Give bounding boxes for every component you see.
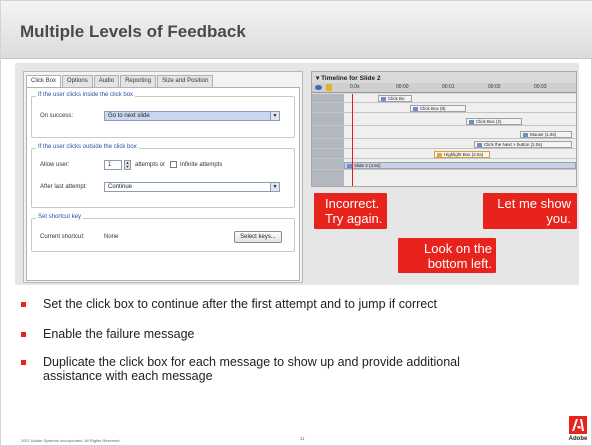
- after-last-attempt-value: Continue: [108, 184, 133, 190]
- click-box-properties-dialog: Click Box Options Audio Reporting Size a…: [23, 71, 303, 283]
- bullet-marker: [21, 302, 26, 307]
- timeline-item[interactable]: Click the Next > button (2.0s): [474, 141, 572, 148]
- shortcut-group-title: Set shortcut key: [36, 214, 84, 220]
- eye-icon[interactable]: [315, 85, 322, 90]
- attempts-label: attempts or: [135, 162, 166, 168]
- timeline-item[interactable]: Click Box (8): [410, 105, 466, 112]
- infinite-attempts-checkbox[interactable]: [170, 161, 177, 168]
- click-box-icon: [413, 107, 418, 111]
- on-success-value: Go to next slide: [108, 113, 150, 119]
- lock-icon[interactable]: [326, 84, 332, 91]
- dialog-body: If the user clicks inside the click box …: [26, 87, 300, 281]
- look-callout: Look on the bottom left.: [398, 238, 496, 273]
- slide: Multiple Levels of Feedback Click Box Op…: [0, 0, 592, 446]
- shortcut-group: Set shortcut key Current shortcut: None …: [31, 214, 295, 252]
- title-bar: Multiple Levels of Feedback: [1, 1, 592, 59]
- ruler-tick: 00:01: [442, 84, 455, 90]
- timeline-ruler: 0.0s 00:00 00:01 00:02 00:03: [312, 83, 576, 93]
- on-success-label: On success:: [40, 113, 74, 119]
- inside-click-group: If the user clicks inside the click box …: [31, 92, 295, 138]
- chevron-down-icon: ▼: [270, 112, 279, 120]
- select-keys-button[interactable]: Select keys...: [234, 231, 282, 243]
- adobe-logo-text: Adobe: [568, 436, 588, 442]
- timeline-item[interactable]: Mouse (1.6s): [520, 131, 572, 138]
- tab-size-and-position[interactable]: Size and Position: [157, 75, 214, 87]
- allow-user-label: Allow user:: [40, 162, 70, 168]
- show-you-callout: Let me show you.: [483, 193, 577, 229]
- dialog-tabs: Click Box Options Audio Reporting Size a…: [26, 75, 214, 87]
- bullet-marker: [21, 360, 26, 365]
- mouse-icon: [523, 133, 528, 137]
- attempts-stepper[interactable]: ▲ ▼: [124, 160, 131, 170]
- ruler-tick: 00:00: [396, 84, 409, 90]
- on-success-select[interactable]: Go to next slide ▼: [104, 111, 280, 121]
- outside-click-group: If the user clicks outside the click box…: [31, 144, 295, 208]
- adobe-logo: Adobe: [567, 416, 589, 444]
- ruler-tick: 00:02: [488, 84, 501, 90]
- bullet-marker: [21, 332, 26, 337]
- tab-click-box[interactable]: Click Box: [26, 75, 62, 87]
- timeline-item[interactable]: Click Box (2): [466, 118, 522, 125]
- chevron-down-icon: ▼: [270, 183, 279, 191]
- ruler-tick: 00:03: [534, 84, 547, 90]
- inside-click-group-title: If the user clicks inside the click box: [36, 92, 136, 98]
- slide-title: Multiple Levels of Feedback: [20, 22, 246, 41]
- attempts-input[interactable]: 1: [104, 160, 122, 170]
- highlight-icon: [437, 153, 442, 157]
- current-shortcut-label: Current shortcut:: [40, 234, 85, 240]
- infinite-attempts-label: Infinite attempts: [180, 162, 223, 168]
- after-last-attempt-label: After last attempt:: [40, 184, 88, 190]
- page-number: 11: [300, 436, 305, 441]
- caption-icon: [477, 143, 482, 147]
- timeline-item[interactable]: Highlight Box (2.5s): [434, 151, 490, 158]
- incorrect-callout: Incorrect. Try again.: [314, 193, 387, 229]
- copyright-text: 2007 Adobe Systems Incorporated. All Rig…: [21, 438, 121, 443]
- after-last-attempt-select[interactable]: Continue ▼: [104, 182, 280, 192]
- timeline-panel: ▾ Timeline for Slide 2 0.0s 00:00 00:01 …: [311, 71, 577, 187]
- tab-audio[interactable]: Audio: [93, 75, 120, 87]
- ruler-tick: 0.0s: [350, 84, 360, 90]
- playhead[interactable]: [352, 94, 353, 186]
- timeline-item[interactable]: Click Bo: [378, 95, 412, 102]
- timeline-title: ▾ Timeline for Slide 2: [316, 75, 381, 82]
- tab-options[interactable]: Options: [62, 75, 93, 87]
- click-box-icon: [381, 97, 386, 101]
- tab-reporting[interactable]: Reporting: [120, 75, 157, 87]
- timeline-item[interactable]: Slide 2 (4.5s): [344, 162, 576, 169]
- outside-click-group-title: If the user clicks outside the click box: [36, 144, 139, 150]
- click-box-icon: [469, 120, 474, 124]
- adobe-logo-icon: [569, 416, 587, 434]
- current-shortcut-value: None: [104, 234, 119, 240]
